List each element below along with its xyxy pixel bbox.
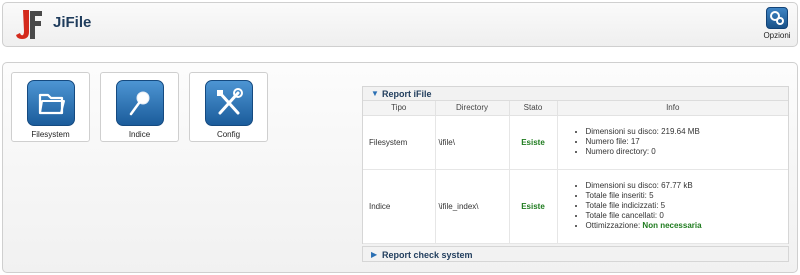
report-table: Tipo Directory Stato Info Filesystem \if…: [363, 101, 788, 244]
jifile-logo-icon: JF: [16, 10, 42, 39]
info-item: Dimensioni su disco: 67.77 kB: [586, 181, 789, 191]
cell-tipo: Indice: [363, 169, 436, 244]
info-item: Totale file inseriti: 5: [586, 191, 789, 201]
folder-icon: [26, 80, 75, 126]
quick-icon-config[interactable]: Config: [189, 72, 268, 142]
info-item-optimization: Ottimizzazione: Non necessaria: [586, 221, 789, 231]
info-item: Totale file indicizzati: 5: [586, 201, 789, 211]
cell-tipo: Filesystem: [363, 115, 436, 170]
cell-directory: \ifile_index\: [435, 169, 510, 244]
quick-icon-label: Filesystem: [31, 130, 70, 139]
info-item: Numero file: 17: [586, 137, 789, 147]
triangle-down-icon: ▼: [371, 89, 379, 98]
magnifier-icon: [115, 80, 164, 126]
cell-stato: Esiste: [509, 115, 558, 170]
report-check-system-title: Report check system: [382, 250, 473, 260]
quick-icon-label: Config: [216, 130, 241, 139]
header-toolbar: JF JiFile Opzioni: [2, 2, 798, 47]
report-ifile-title: Report iFile: [382, 89, 432, 99]
table-header-row: Tipo Directory Stato Info: [363, 101, 788, 116]
optimization-value: Non necessaria: [642, 221, 702, 230]
report-ifile-panel: ▼ Report iFile Tipo Directory Stato Info…: [362, 86, 789, 244]
options-label: Opzioni: [763, 31, 791, 40]
info-item: Dimensioni su disco: 219.64 MB: [586, 127, 789, 137]
column-header-stato: Stato: [509, 101, 558, 116]
info-item: Numero directory: 0: [586, 147, 789, 157]
tools-icon: [204, 80, 253, 126]
info-item: Totale file cancellati: 0: [586, 211, 789, 221]
quick-icon-label: Indice: [128, 130, 151, 139]
cell-info: Dimensioni su disco: 219.64 MB Numero fi…: [557, 115, 789, 170]
table-row: Filesystem \ifile\ Esiste Dimensioni su …: [363, 115, 789, 170]
optimization-label: Ottimizzazione:: [585, 221, 641, 230]
options-button[interactable]: Opzioni: [763, 7, 791, 45]
table-row: Indice \ifile_index\ Esiste Dimensioni s…: [363, 169, 789, 244]
quick-icon-filesystem[interactable]: Filesystem: [11, 72, 90, 142]
column-header-info: Info: [557, 101, 788, 116]
options-gear-icon: [766, 7, 788, 29]
app-title: JiFile: [53, 14, 92, 31]
column-header-tipo: Tipo: [363, 101, 436, 116]
cell-directory: \ifile\: [435, 115, 510, 170]
triangle-right-icon: ▶: [371, 250, 378, 259]
report-ifile-header[interactable]: ▼ Report iFile: [363, 87, 788, 101]
main-panel: Filesystem Indice Config ▼ Report iFile: [2, 62, 798, 273]
cell-info: Dimensioni su disco: 67.77 kB Totale fil…: [557, 169, 789, 244]
report-check-system-header[interactable]: ▶ Report check system: [362, 246, 789, 262]
column-header-directory: Directory: [435, 101, 510, 116]
quick-icon-indice[interactable]: Indice: [100, 72, 179, 142]
cell-stato: Esiste: [509, 169, 558, 244]
